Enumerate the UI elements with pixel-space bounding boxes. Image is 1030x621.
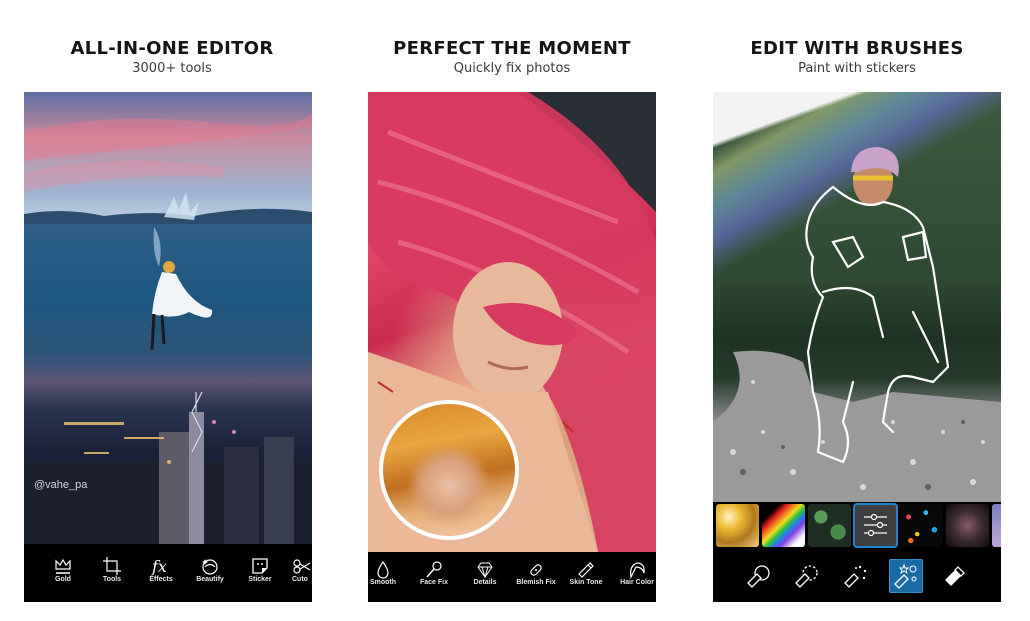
tool-label: Beautify: [196, 576, 224, 583]
main-toolbar: Gold Tools fx Effects Beautify Sticker C…: [24, 544, 312, 602]
watermark-text: @vahe_pa: [34, 479, 88, 491]
phone-screen-editor: @vahe_pa Gold Tools fx Effects Beautify …: [24, 92, 312, 602]
retouch-toolbar: Smooth Face Fix Details Blemish Fix Skin…: [368, 552, 656, 602]
panel-3-heading: EDIT WITH BRUSHES Paint with stickers: [685, 0, 1029, 78]
brush-icon: [426, 561, 442, 578]
panel-1-title: ALL-IN-ONE EDITOR: [70, 38, 274, 59]
sticker-hologram[interactable]: [992, 504, 1001, 547]
sticker-adjust[interactable]: [853, 503, 898, 548]
tool-tools[interactable]: Tools: [95, 556, 129, 583]
tool-label: Smooth: [369, 579, 397, 586]
brush-stickers-button[interactable]: [889, 559, 923, 593]
panel-3-subtitle: Paint with stickers: [798, 61, 916, 76]
sticker-rainbow[interactable]: [762, 504, 805, 547]
face-sparkle-icon: [202, 559, 218, 575]
photo-man-sketch: [713, 92, 1001, 502]
tool-sticker[interactable]: Sticker: [242, 556, 278, 583]
photo-underwater-city: @vahe_pa: [24, 92, 312, 544]
panel-3-title: EDIT WITH BRUSHES: [750, 38, 964, 59]
brush-sparkle-icon: [844, 565, 867, 588]
droplet-icon: [377, 561, 389, 579]
tool-label: Tools: [102, 576, 122, 583]
tool-label: Effects: [149, 576, 173, 583]
tool-details[interactable]: Details: [468, 561, 502, 586]
svg-text:fx: fx: [151, 557, 167, 576]
tool-smooth[interactable]: Smooth: [368, 561, 398, 586]
phone-screen-brushes: [713, 92, 1001, 602]
tool-hair-color[interactable]: Hair Color: [618, 561, 656, 586]
scissors-icon: [293, 559, 311, 574]
crown-icon: [55, 558, 71, 574]
sticker-clovers[interactable]: [808, 504, 851, 547]
tool-blemish-fix[interactable]: Blemish Fix: [514, 561, 558, 586]
tool-face-fix[interactable]: Face Fix: [416, 561, 452, 586]
photo-illustration: [713, 147, 1001, 502]
sticker-gold-glitter[interactable]: [716, 504, 759, 547]
panel-2-heading: PERFECT THE MOMENT Quickly fix photos: [340, 0, 684, 78]
sticker-icon: [252, 558, 268, 574]
sticker-sparkle-dots[interactable]: [946, 504, 989, 547]
tool-label: Gold: [55, 576, 71, 583]
photo-red-hair: [368, 92, 656, 552]
phone-screen-retouch: Smooth Face Fix Details Blemish Fix Skin…: [368, 92, 656, 602]
tool-gold[interactable]: Gold: [46, 556, 80, 583]
brush-dashed-icon: [795, 565, 818, 588]
tool-effects[interactable]: fx Effects: [143, 556, 179, 583]
before-thumbnail[interactable]: [379, 400, 519, 540]
panel-1-subtitle: 3000+ tools: [132, 61, 212, 76]
bandage-icon: [530, 564, 542, 576]
tool-beautify[interactable]: Beautify: [191, 556, 229, 583]
sliders-icon: [864, 513, 887, 537]
brush-round-icon: [747, 565, 770, 588]
photo-illustration: [24, 112, 312, 544]
crop-icon: [103, 557, 121, 575]
panel-1-heading: ALL-IN-ONE EDITOR 3000+ tools: [0, 0, 344, 78]
hair-icon: [630, 562, 645, 579]
tool-label: Details: [473, 579, 497, 586]
tool-skin-tone[interactable]: Skin Tone: [567, 561, 605, 586]
brush-dashed-button[interactable]: [791, 560, 823, 592]
tool-cutout[interactable]: Cuto: [292, 556, 312, 583]
diamond-icon: [477, 562, 493, 579]
tool-label: Skin Tone: [569, 579, 603, 586]
sticker-confetti[interactable]: [900, 504, 943, 547]
panel-2-title: PERFECT THE MOMENT: [393, 38, 631, 59]
fx-icon: fx: [151, 557, 167, 576]
tool-label: Sticker: [248, 576, 272, 583]
tube-icon: [578, 562, 594, 578]
brush-toolbar: [713, 552, 1001, 602]
sticker-strip: [713, 503, 1001, 552]
tool-label: Cuto: [292, 576, 308, 583]
tool-label: Face Fix: [419, 579, 448, 586]
panel-2-subtitle: Quickly fix photos: [453, 61, 571, 76]
tool-label: Blemish Fix: [516, 579, 556, 586]
eraser-button[interactable]: [939, 560, 971, 592]
brush-stickers-icon: [894, 563, 917, 589]
eraser-icon: [945, 566, 965, 586]
brush-round-button[interactable]: [743, 560, 775, 592]
brush-sparkle-button[interactable]: [840, 560, 872, 592]
tool-label: Hair Color: [620, 579, 654, 586]
